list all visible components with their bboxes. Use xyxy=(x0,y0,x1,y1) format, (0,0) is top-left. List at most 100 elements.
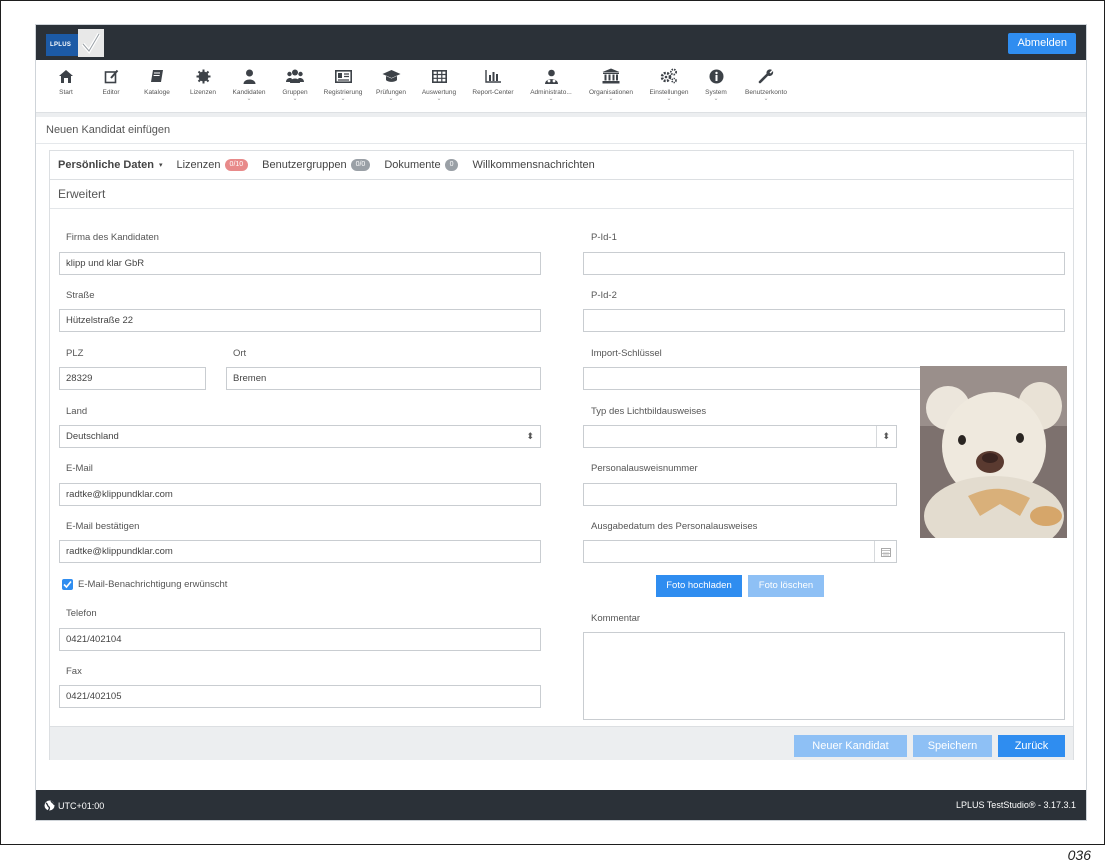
fax-input[interactable]: 0421/402105 xyxy=(59,685,541,708)
email-confirm-input[interactable]: radtke@klippundklar.com xyxy=(59,540,541,563)
nav-item-einstellungen[interactable]: Einstellungen ⌄ xyxy=(642,60,696,112)
notify-label: E-Mail-Benachrichtigung erwünscht xyxy=(78,579,228,590)
logout-button[interactable]: Abmelden xyxy=(1008,33,1076,54)
users-icon xyxy=(286,66,304,86)
checkmark-icon xyxy=(78,29,104,57)
nav-item-lizenzen[interactable]: Lizenzen xyxy=(180,60,226,112)
email-label: E-Mail xyxy=(66,463,93,474)
delete-photo-button[interactable]: Foto löschen xyxy=(748,575,824,597)
city-label: Ort xyxy=(233,348,247,359)
id-number-input[interactable] xyxy=(583,483,897,506)
subtab-advanced[interactable]: Erweitert xyxy=(50,181,1073,209)
nav-label-editor: Editor xyxy=(102,89,120,96)
subtab-advanced-label: Erweitert xyxy=(58,187,106,201)
nav-item-benutzerkonto[interactable]: Benutzerkonto ⌄ xyxy=(736,60,796,112)
id-type-label: Typ des Lichtbildausweises xyxy=(591,406,707,417)
country-select[interactable]: Deutschland ⬍ xyxy=(59,425,541,448)
nav-label-einstellungen: Einstellungen xyxy=(649,89,689,96)
candidate-photo xyxy=(920,366,1067,538)
nav-label-kandidaten: Kandidaten xyxy=(232,89,266,96)
status-bar: UTC+01:00 LPLUS TestStudio® - 3.17.3.1 xyxy=(36,790,1086,820)
phone-label: Telefon xyxy=(66,608,97,619)
street-input[interactable]: Hützelstraße 22 xyxy=(59,309,541,332)
nav-label-benutzerkonto: Benutzerkonto xyxy=(745,89,787,96)
user-icon xyxy=(243,66,256,86)
email-input[interactable]: radtke@klippundklar.com xyxy=(59,483,541,506)
tab-usergroups[interactable]: Benutzergruppen 0/0 xyxy=(262,159,371,171)
nav-label-lizenzen: Lizenzen xyxy=(189,89,217,96)
id-date-input[interactable] xyxy=(583,540,897,563)
documents-badge: 0 xyxy=(444,159,459,171)
admin-icon xyxy=(544,66,559,86)
tab-welcome-label: Willkommensnachrichten xyxy=(472,159,595,171)
comment-textarea[interactable] xyxy=(583,632,1065,720)
graduation-cap-icon xyxy=(382,66,401,86)
nav-label-administratoren: Administrato... xyxy=(530,89,572,96)
zip-label: PLZ xyxy=(66,348,84,359)
tab-documents-label: Dokumente xyxy=(384,159,441,171)
table-icon xyxy=(431,66,447,86)
nav-item-system[interactable]: System ⌄ xyxy=(696,60,736,112)
nav-item-registrierung[interactable]: Registrierung ⌄ xyxy=(318,60,368,112)
nav-item-pruefungen[interactable]: Prüfungen ⌄ xyxy=(368,60,414,112)
street-label: Straße xyxy=(66,290,95,301)
nav-label-kataloge: Kataloge xyxy=(144,89,170,96)
zip-input[interactable]: 28329 xyxy=(59,367,206,390)
company-input[interactable]: klipp und klar GbR xyxy=(59,252,541,275)
form-footer: Neuer Kandidat Speichern Zurück xyxy=(50,726,1073,760)
pid2-input[interactable] xyxy=(583,309,1065,332)
top-bar: LPLUS Abmelden xyxy=(36,25,1086,60)
tab-documents[interactable]: Dokumente 0 xyxy=(384,159,459,171)
nav-item-kataloge[interactable]: Kataloge xyxy=(134,60,180,112)
tab-welcome-messages[interactable]: Willkommensnachrichten xyxy=(472,159,594,171)
tab-usergroups-label: Benutzergruppen xyxy=(262,159,347,171)
nav-divider xyxy=(36,112,1086,117)
pid1-input[interactable] xyxy=(583,252,1065,275)
id-type-select[interactable]: ⬍ xyxy=(583,425,897,448)
page-number: 036 xyxy=(1067,847,1091,863)
nav-label-system: System xyxy=(705,89,727,96)
tab-licenses[interactable]: Lizenzen 0/10 xyxy=(177,159,249,171)
id-card-icon xyxy=(334,66,352,86)
nav-item-administratoren[interactable]: Administrato... ⌄ xyxy=(522,60,580,112)
bar-chart-icon xyxy=(484,66,502,86)
country-label: Land xyxy=(66,406,88,417)
company-label: Firma des Kandidaten xyxy=(66,232,159,243)
page-title: Neuen Kandidat einfügen xyxy=(46,124,171,136)
nav-label-organisationen: Organisationen xyxy=(588,89,634,96)
nav-item-organisationen[interactable]: Organisationen ⌄ xyxy=(580,60,642,112)
upload-photo-button[interactable]: Foto hochladen xyxy=(656,575,742,597)
nav-item-start[interactable]: Start xyxy=(44,60,88,112)
nav-item-gruppen[interactable]: Gruppen ⌄ xyxy=(272,60,318,112)
id-number-label: Personalausweisnummer xyxy=(591,463,698,474)
checkmark-icon xyxy=(63,580,72,589)
save-button[interactable]: Speichern xyxy=(913,735,992,757)
tab-bar: Persönliche Daten ▾ Lizenzen 0/10 Benutz… xyxy=(50,151,1073,180)
certificate-icon xyxy=(196,66,211,86)
new-candidate-button[interactable]: Neuer Kandidat xyxy=(794,735,907,757)
logo-text: LPLUS xyxy=(50,42,72,48)
import-key-label: Import-Schlüssel xyxy=(591,348,662,359)
timezone-text: UTC+01:00 xyxy=(58,800,105,811)
nav-item-auswertung[interactable]: Auswertung ⌄ xyxy=(414,60,464,112)
notify-checkbox[interactable] xyxy=(62,579,73,590)
tab-licenses-label: Lizenzen xyxy=(176,159,221,171)
comment-label: Kommentar xyxy=(591,613,641,624)
institution-icon xyxy=(602,66,620,86)
lplus-logo[interactable]: LPLUS xyxy=(46,28,104,58)
chevron-down-icon: ▾ xyxy=(158,162,163,169)
nav-item-kandidaten[interactable]: Kandidaten ⌄ xyxy=(226,60,272,112)
back-button[interactable]: Zurück xyxy=(998,735,1065,757)
select-arrows-icon: ⬍ xyxy=(876,426,890,447)
calendar-icon[interactable] xyxy=(874,541,896,562)
nav-item-editor[interactable]: Editor xyxy=(88,60,134,112)
title-divider xyxy=(36,143,1086,144)
phone-input[interactable]: 0421/402104 xyxy=(59,628,541,651)
version-text: LPLUS TestStudio® - 3.17.3.1 xyxy=(955,800,1076,810)
tab-personal-data[interactable]: Persönliche Daten ▾ xyxy=(58,159,163,171)
nav-item-report-center[interactable]: Report-Center xyxy=(464,60,522,112)
city-input[interactable]: Bremen xyxy=(226,367,541,390)
country-value: Deutschland xyxy=(66,431,119,442)
nav-label-start: Start xyxy=(59,89,73,96)
info-icon xyxy=(709,66,724,86)
